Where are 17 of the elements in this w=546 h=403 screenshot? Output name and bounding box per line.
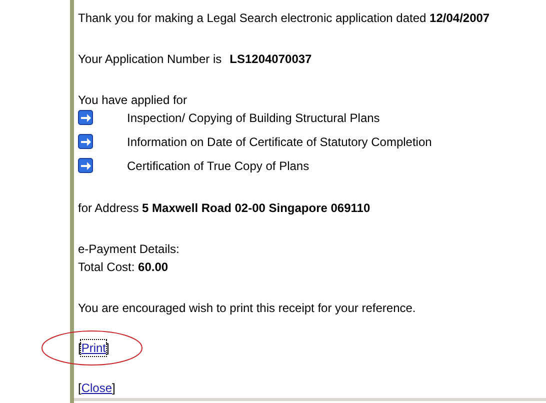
applied-item: Information on Date of Certificate of Statutory Completion (127, 134, 432, 150)
payment-heading: e-Payment Details: (78, 241, 180, 257)
applied-item: Inspection/ Copying of Building Structural Plans (127, 110, 380, 126)
bracket: ] (106, 340, 110, 356)
bracket: [ (78, 340, 82, 356)
applied-item: Certification of True Copy of Plans (127, 158, 310, 174)
application-number: LS1204070037 (230, 51, 312, 67)
link[interactable]: Close (81, 380, 112, 396)
bracket: [ (78, 380, 82, 396)
address-text: for Address 5 Maxwell Road 02-00 Singapore 069110 (78, 200, 372, 216)
bracket: ] (112, 380, 116, 396)
applied-for-label: You have applied for (78, 92, 188, 108)
total-cost: Total Cost: 60.00 (78, 259, 170, 275)
application-number-label: Your Application Number is (78, 51, 222, 67)
intro-text: Thank you for making a Legal Search electronic application dated 12/04/2007 (78, 10, 491, 26)
link[interactable]: Print (81, 340, 106, 356)
notice-text: You are encouraged wish to print this receipt for your reference. (78, 300, 417, 316)
